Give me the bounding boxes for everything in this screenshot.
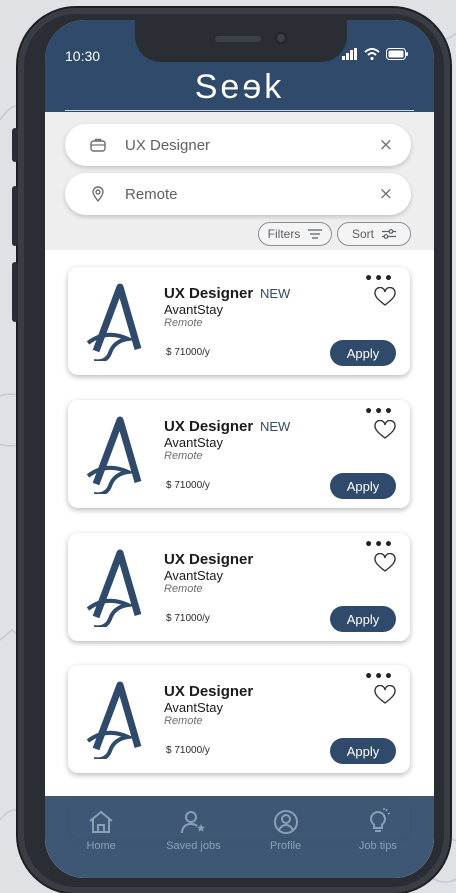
tab-profile[interactable]: Profile bbox=[246, 808, 326, 878]
heart-icon[interactable] bbox=[374, 420, 396, 440]
job-location: Remote bbox=[164, 317, 203, 329]
status-time: 10:30 bbox=[65, 48, 101, 64]
tab-profile-label: Profile bbox=[270, 840, 302, 852]
job-location: Remote bbox=[164, 450, 203, 462]
location-search-field[interactable]: Remote × bbox=[65, 173, 411, 215]
filters-button[interactable]: Filters bbox=[258, 222, 332, 246]
sort-button[interactable]: Sort bbox=[337, 222, 411, 246]
job-salary: $ 71000/y bbox=[166, 613, 210, 624]
clear-job-search-button[interactable]: × bbox=[379, 135, 393, 155]
job-card[interactable]: UX Designer AvantStay Remote $ 71000/y •… bbox=[68, 533, 410, 641]
signal-icon bbox=[342, 48, 357, 60]
company-logo bbox=[86, 681, 142, 759]
company-name: AvantStay bbox=[164, 700, 224, 715]
tab-job-tips-label: Job tips bbox=[358, 840, 397, 852]
tab-home[interactable]: Home bbox=[61, 808, 141, 878]
more-options-icon[interactable]: ••• bbox=[364, 669, 394, 685]
job-title: UX Designer bbox=[164, 683, 254, 700]
speaker bbox=[215, 36, 261, 42]
apply-button[interactable]: Apply bbox=[330, 738, 396, 764]
job-card[interactable]: UX Designer NEW AvantStay Remote $ 71000… bbox=[68, 267, 410, 375]
job-salary: $ 71000/y bbox=[166, 347, 210, 358]
filters-label: Filters bbox=[267, 227, 301, 241]
lightbulb-icon bbox=[369, 808, 391, 832]
bottom-tab-bar: Home Saved jobs Profile Job tips bbox=[45, 796, 434, 878]
tab-saved-jobs-label: Saved jobs bbox=[166, 840, 221, 852]
header-divider bbox=[65, 110, 414, 111]
mute-switch bbox=[12, 128, 18, 162]
phone-screen: 10:30 Seɘk UX Designer × Remote × Filter… bbox=[45, 20, 434, 878]
job-location: Remote bbox=[164, 583, 203, 595]
job-title: UX Designer bbox=[164, 418, 254, 435]
app-header: 10:30 Seɘk bbox=[45, 20, 434, 112]
tab-saved-jobs[interactable]: Saved jobs bbox=[153, 808, 233, 878]
apply-button[interactable]: Apply bbox=[330, 340, 396, 366]
home-icon bbox=[89, 810, 113, 833]
job-salary: $ 71000/y bbox=[166, 745, 210, 756]
clear-location-button[interactable]: × bbox=[379, 184, 393, 204]
company-logo bbox=[86, 549, 142, 627]
volume-up-button bbox=[12, 186, 18, 246]
app-logo: Seɘk bbox=[194, 68, 285, 106]
location-pin-icon bbox=[92, 186, 104, 203]
heart-icon[interactable] bbox=[374, 553, 396, 573]
notch bbox=[135, 20, 347, 62]
volume-down-button bbox=[12, 262, 18, 322]
filter-lines-icon bbox=[308, 229, 323, 239]
tab-home-label: Home bbox=[86, 840, 116, 852]
more-options-icon[interactable]: ••• bbox=[364, 537, 394, 553]
new-badge: NEW bbox=[260, 419, 291, 434]
company-logo bbox=[86, 283, 142, 361]
tab-job-tips[interactable]: Job tips bbox=[338, 808, 418, 878]
more-options-icon[interactable]: ••• bbox=[364, 404, 394, 420]
company-name: AvantStay bbox=[164, 568, 224, 583]
job-card[interactable]: UX Designer AvantStay Remote $ 71000/y •… bbox=[68, 665, 410, 773]
location-search-value: Remote bbox=[125, 185, 178, 203]
job-search-value: UX Designer bbox=[125, 136, 211, 154]
new-badge: NEW bbox=[260, 286, 291, 301]
saved-jobs-icon bbox=[181, 811, 206, 834]
profile-icon bbox=[273, 810, 298, 834]
briefcase-icon bbox=[90, 138, 106, 152]
job-card[interactable]: UX Designer NEW AvantStay Remote $ 71000… bbox=[68, 400, 410, 508]
status-icons bbox=[342, 48, 408, 60]
job-list: UX Designer NEW AvantStay Remote $ 71000… bbox=[45, 250, 434, 878]
job-search-field[interactable]: UX Designer × bbox=[65, 124, 411, 166]
job-salary: $ 71000/y bbox=[166, 480, 210, 491]
company-name: AvantStay bbox=[164, 435, 224, 450]
company-name: AvantStay bbox=[164, 302, 224, 317]
job-title: UX Designer bbox=[164, 285, 254, 302]
sort-label: Sort bbox=[351, 227, 374, 241]
job-location: Remote bbox=[164, 715, 203, 727]
more-options-icon[interactable]: ••• bbox=[364, 271, 394, 287]
wifi-icon bbox=[364, 48, 380, 60]
heart-icon[interactable] bbox=[374, 287, 396, 307]
apply-button[interactable]: Apply bbox=[330, 473, 396, 499]
sort-sliders-icon bbox=[382, 229, 396, 239]
apply-button[interactable]: Apply bbox=[330, 606, 396, 632]
heart-icon[interactable] bbox=[374, 685, 396, 705]
battery-icon bbox=[386, 48, 408, 60]
job-title: UX Designer bbox=[164, 551, 254, 568]
camera bbox=[275, 32, 287, 44]
company-logo bbox=[86, 416, 142, 494]
